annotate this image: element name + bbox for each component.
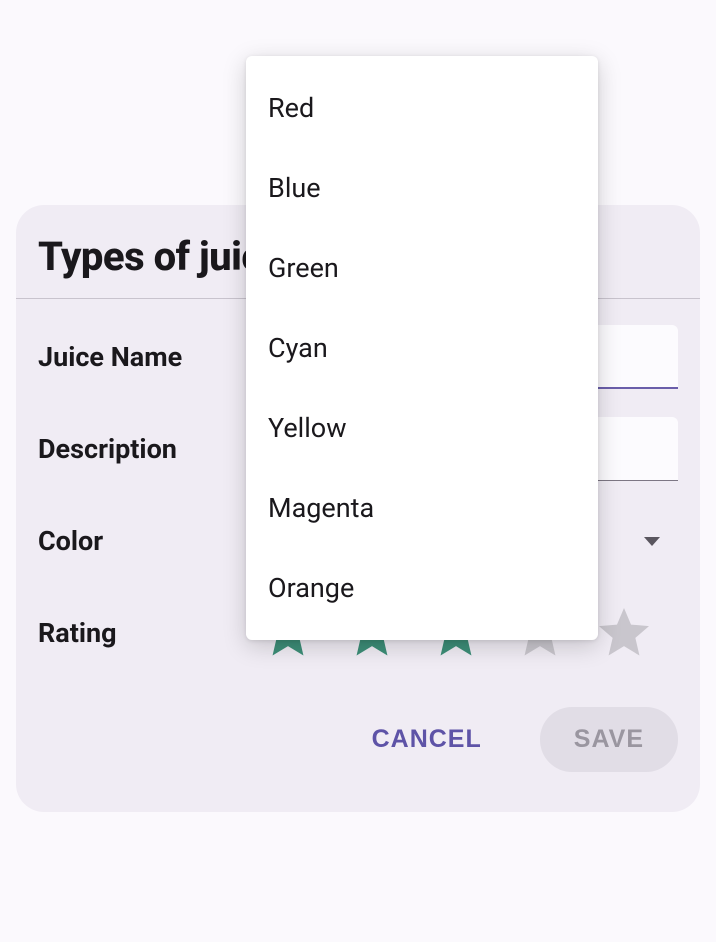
dropdown-item[interactable]: Green xyxy=(246,228,598,308)
dropdown-item[interactable]: Cyan xyxy=(246,308,598,388)
label-description: Description xyxy=(38,433,258,465)
color-dropdown-menu: RedBlueGreenCyanYellowMagentaOrange xyxy=(246,56,598,640)
save-button[interactable]: SAVE xyxy=(540,707,678,772)
label-color: Color xyxy=(38,525,258,557)
label-juice-name: Juice Name xyxy=(38,341,258,373)
cancel-button[interactable]: CANCEL xyxy=(338,707,516,772)
dropdown-item[interactable]: Orange xyxy=(246,548,598,628)
chevron-down-icon xyxy=(644,537,660,546)
dropdown-item[interactable]: Magenta xyxy=(246,468,598,548)
star-icon[interactable] xyxy=(594,603,654,663)
dropdown-item[interactable]: Yellow xyxy=(246,388,598,468)
label-rating: Rating xyxy=(38,617,258,649)
dropdown-item[interactable]: Blue xyxy=(246,148,598,228)
dialog-actions: CANCEL SAVE xyxy=(38,707,678,772)
dropdown-item[interactable]: Red xyxy=(246,68,598,148)
